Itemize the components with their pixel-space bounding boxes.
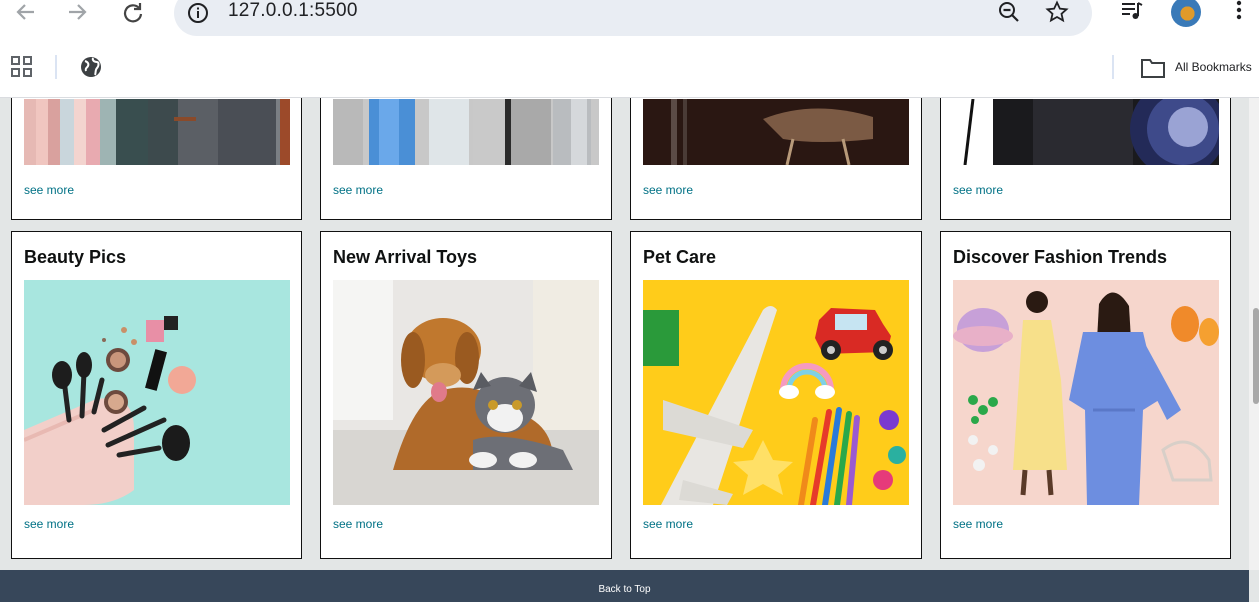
forward-arrow-icon[interactable] (63, 0, 93, 26)
top-card-2-image[interactable] (333, 99, 599, 165)
see-more-link[interactable]: see more (643, 183, 693, 197)
back-arrow-icon[interactable] (10, 0, 40, 26)
see-more-link[interactable]: see more (333, 517, 383, 531)
folder-icon[interactable] (1140, 57, 1165, 81)
card-pet-care: Pet Care see more (630, 231, 922, 559)
card-title: New Arrival Toys (333, 247, 478, 267)
apps-grid-icon[interactable] (10, 55, 34, 79)
bookmarks-separator-right (1112, 55, 1114, 79)
menu-kebab-icon[interactable] (1232, 0, 1246, 24)
top-card-1-image[interactable] (24, 99, 290, 165)
card-title: Discover Fashion Trends (953, 247, 1168, 267)
card-title: Pet Care (643, 247, 717, 267)
card-beauty-pics: Beauty Pics see more (11, 231, 302, 559)
reload-icon[interactable] (118, 0, 148, 26)
profile-avatar[interactable] (1171, 0, 1201, 27)
globe-icon[interactable] (79, 55, 103, 79)
see-more-link[interactable]: see more (333, 183, 383, 197)
new-arrival-toys-image[interactable] (333, 280, 599, 505)
bookmark-star-icon[interactable] (1045, 0, 1069, 24)
bookmarks-bar: All Bookmarks (0, 38, 1259, 98)
see-more-link[interactable]: see more (953, 183, 1003, 197)
zoom-icon[interactable] (997, 0, 1021, 24)
top-card-3-image[interactable] (643, 99, 909, 165)
top-card-1: see more (11, 98, 302, 220)
top-card-3: see more (630, 98, 922, 220)
card-discover-fashion-trends: Discover Fashion Trends see more (940, 231, 1231, 559)
beauty-pics-image[interactable] (24, 280, 290, 505)
see-more-link[interactable]: see more (24, 183, 74, 197)
scrollbar-thumb[interactable] (1253, 308, 1259, 404)
card-new-arrival-toys: New Arrival Toys see more (320, 231, 612, 559)
browser-toolbar: 127.0.0.1:5500 (0, 0, 1259, 38)
site-info-icon[interactable] (186, 1, 210, 25)
url-text[interactable]: 127.0.0.1:5500 (228, 0, 358, 22)
bookmarks-separator (55, 55, 57, 79)
fashion-trends-image[interactable] (953, 280, 1219, 505)
top-card-4: see more (940, 98, 1231, 220)
media-queue-icon[interactable] (1120, 0, 1144, 24)
see-more-link[interactable]: see more (953, 517, 1003, 531)
see-more-link[interactable]: see more (24, 517, 74, 531)
top-card-2: see more (320, 98, 612, 220)
top-card-4-image[interactable] (953, 99, 1219, 165)
pet-care-image[interactable] (643, 280, 909, 505)
all-bookmarks-label[interactable]: All Bookmarks (1175, 60, 1252, 74)
footer: Back to Top (0, 570, 1249, 602)
see-more-link[interactable]: see more (643, 517, 693, 531)
back-to-top-link[interactable]: Back to Top (0, 584, 1249, 595)
card-title: Beauty Pics (24, 247, 127, 267)
page-content: see more see more see more see more Beau… (0, 98, 1249, 570)
